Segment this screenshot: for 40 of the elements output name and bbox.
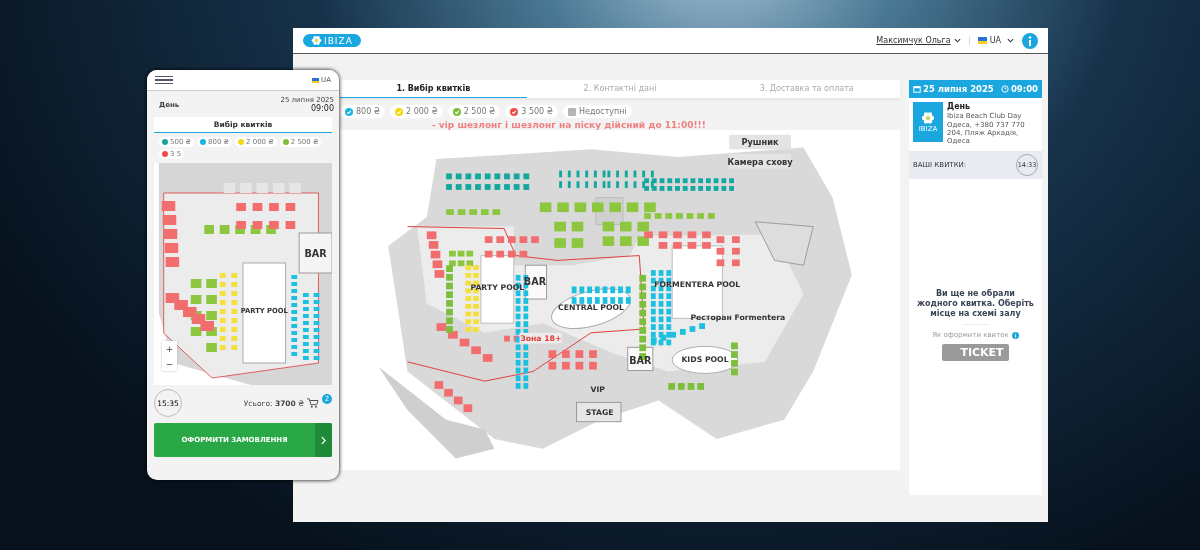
map-label: FORMENTERA POOL	[654, 280, 741, 290]
info-icon	[1011, 331, 1019, 339]
user-menu[interactable]: Максимчук Ольга	[876, 36, 961, 45]
map-button[interactable]: Рушник	[729, 134, 791, 150]
zoom-out-button[interactable]: −	[162, 356, 177, 371]
chevron-down-icon	[1007, 38, 1014, 43]
ticket-stamp: TICKET	[942, 344, 1009, 362]
event-date: 25 липня 2025	[913, 84, 994, 94]
logo[interactable]: IBIZA	[303, 34, 361, 47]
event-title: День	[947, 102, 972, 112]
event-time: 09:00	[1000, 84, 1038, 94]
menu-icon[interactable]	[155, 75, 173, 85]
map-label: Ресторан Formentera	[690, 313, 786, 323]
map-label: CENTRAL POOL	[558, 302, 624, 312]
map-label: STAGE	[585, 407, 614, 417]
price-chip[interactable]: 2 500 ₴	[447, 105, 501, 118]
price-chip[interactable]: 800 ₴	[340, 105, 385, 118]
info-icon[interactable]	[1022, 32, 1038, 49]
cart-icon[interactable]	[307, 398, 319, 408]
price-chip[interactable]: 2 000 ₴	[390, 105, 443, 118]
price-chip[interactable]: 3 500 ₴	[505, 105, 558, 118]
zone-label: Зона 18+	[519, 332, 563, 344]
calendar-icon	[913, 85, 921, 93]
notice-text: - vip шезлонг і шезлонг на піску дійсний до 11:00!!!	[431, 120, 707, 130]
map-label: PARTY POOL	[470, 283, 525, 293]
map-label: VIP	[590, 384, 606, 394]
event-time: 09:00	[310, 104, 334, 113]
clock-icon	[1000, 85, 1009, 93]
map-label: BAR	[304, 247, 327, 260]
price-chip[interactable]: Недоступні	[562, 105, 632, 118]
language-select[interactable]: UA	[968, 36, 1014, 45]
chevron-icon	[321, 435, 326, 445]
chevron-down-icon	[953, 38, 961, 43]
map-label: BAR	[523, 275, 547, 287]
map-label: KIDS POOL	[681, 354, 729, 364]
empty-message: Ви ще не обрали жодного квитка. Оберіть місце на схемі залу	[916, 289, 1035, 319]
step-tab[interactable]: 1. Вибір квитків	[340, 80, 527, 98]
zoom-in-button[interactable]: +	[162, 341, 177, 356]
map-label: BAR	[629, 354, 652, 366]
map-button[interactable]: Камера схову	[727, 154, 793, 169]
